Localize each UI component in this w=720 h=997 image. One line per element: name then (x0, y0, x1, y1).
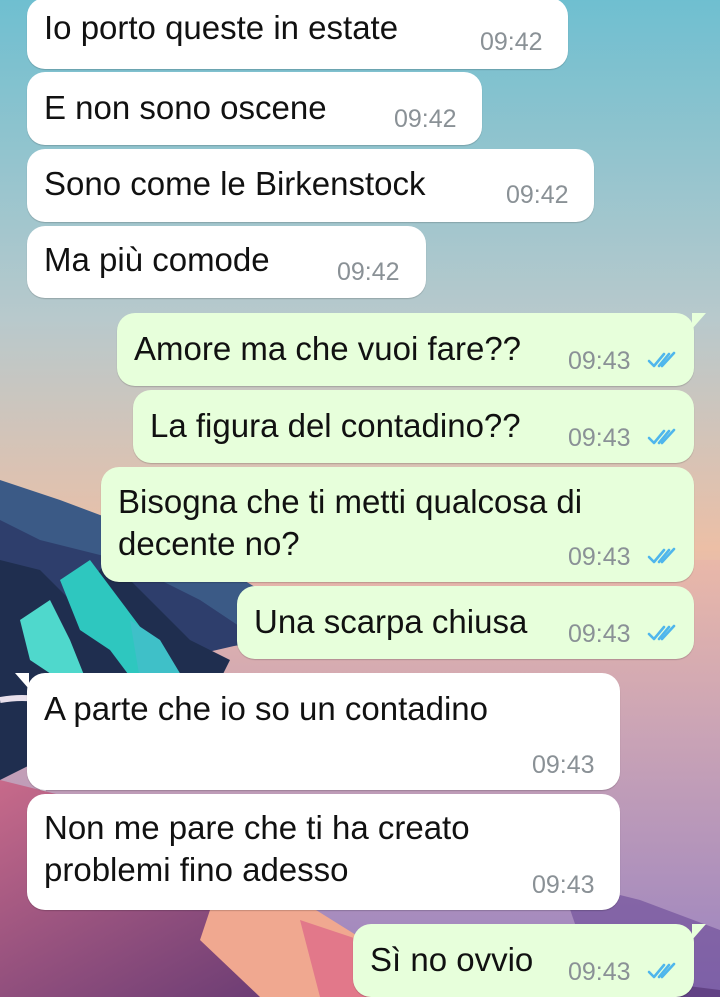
outgoing-message[interactable]: Una scarpa chiusa 09:43 (237, 586, 694, 659)
outgoing-message[interactable]: Bisogna che ti metti qualcosa di decente… (101, 467, 694, 582)
message-text-line: problemi fino adesso (44, 851, 349, 888)
message-text: Ma più comode (44, 241, 270, 278)
chat-message-list[interactable]: Io porto queste in estate 09:42 E non so… (0, 0, 720, 997)
read-double-check-icon (647, 351, 676, 368)
message-text: Sono come le Birkenstock (44, 165, 426, 202)
message-timestamp: 09:42 (506, 181, 569, 209)
incoming-message[interactable]: E non sono oscene 09:42 (27, 72, 482, 145)
message-timestamp: 09:43 (568, 424, 631, 452)
message-text-line: Bisogna che ti metti qualcosa di (118, 483, 583, 520)
message-text: Una scarpa chiusa (254, 603, 528, 640)
message-timestamp: 09:43 (532, 751, 595, 779)
message-timestamp: 09:42 (337, 258, 400, 286)
message-timestamp: 09:42 (394, 105, 457, 133)
message-text-line: decente no? (118, 525, 300, 562)
message-timestamp: 09:42 (480, 28, 543, 56)
message-text: La figura del contadino?? (150, 407, 521, 444)
message-timestamp: 09:43 (568, 347, 631, 375)
outgoing-message[interactable]: La figura del contadino?? 09:43 (133, 390, 694, 463)
outgoing-message[interactable]: Amore ma che vuoi fare?? 09:43 (117, 313, 706, 386)
message-timestamp: 09:43 (568, 543, 631, 571)
message-text: A parte che io so un contadino (44, 690, 488, 727)
incoming-message[interactable]: Non me pare che ti ha creato problemi fi… (27, 794, 620, 910)
incoming-message[interactable]: Io porto queste in estate 09:42 (27, 0, 568, 69)
incoming-message[interactable]: A parte che io so un contadino 09:43 (15, 673, 620, 790)
message-timestamp: 09:43 (568, 620, 631, 648)
message-text: Io porto queste in estate (44, 9, 399, 46)
message-text: E non sono oscene (44, 89, 327, 126)
incoming-message[interactable]: Sono come le Birkenstock 09:42 (27, 149, 594, 222)
outgoing-message[interactable]: Sì no ovvio 09:43 (353, 924, 706, 997)
read-double-check-icon (647, 624, 676, 641)
read-double-check-icon (647, 428, 676, 445)
message-timestamp: 09:43 (568, 958, 631, 986)
message-text: Amore ma che vuoi fare?? (134, 330, 522, 367)
message-timestamp: 09:43 (532, 871, 595, 899)
read-double-check-icon (647, 547, 676, 564)
read-double-check-icon (647, 962, 676, 979)
incoming-message[interactable]: Ma più comode 09:42 (27, 226, 426, 298)
message-text-line: Non me pare che ti ha creato (44, 809, 470, 846)
message-text: Sì no ovvio (370, 941, 534, 978)
